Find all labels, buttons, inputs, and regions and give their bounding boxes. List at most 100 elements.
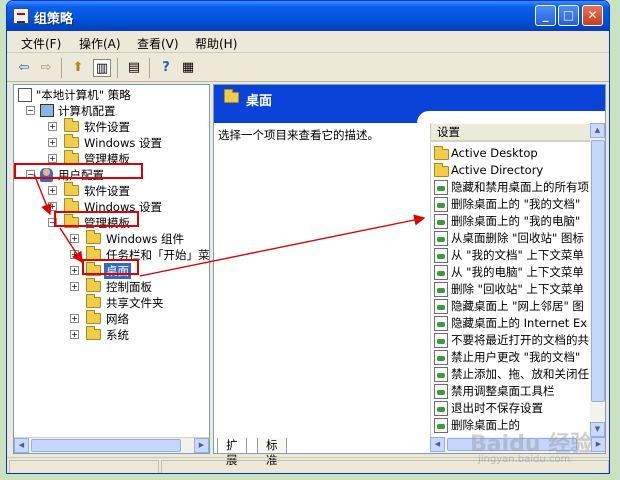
menu-help[interactable]: 帮助(H) bbox=[195, 35, 237, 52]
settings-list[interactable]: 设置 Active Desktop Active Directory 隐藏和禁用桌面… bbox=[430, 123, 605, 437]
list-item-setting[interactable]: 隐藏和禁用桌面上的所有项 bbox=[431, 179, 591, 196]
scroll-left-icon[interactable]: ◀ bbox=[430, 437, 445, 452]
list-item-label: 禁止用户更改 "我的文档" bbox=[451, 350, 581, 364]
scroll-up-icon[interactable]: ▲ bbox=[590, 123, 605, 138]
export-list-icon[interactable]: ▤ bbox=[125, 59, 143, 77]
up-folder-icon[interactable]: ⬆ bbox=[69, 59, 87, 77]
list-item-folder[interactable]: Active Desktop bbox=[431, 145, 591, 162]
scroll-thumb[interactable] bbox=[31, 439, 181, 452]
collapse-toggle[interactable]: − bbox=[26, 106, 35, 115]
policy-setting-icon bbox=[434, 367, 448, 382]
scroll-left-icon[interactable]: ◀ bbox=[14, 438, 29, 453]
title-bar[interactable]: 组策略 _ □ ✕ bbox=[7, 1, 609, 31]
maximize-button[interactable]: □ bbox=[558, 5, 579, 26]
close-button[interactable]: ✕ bbox=[582, 5, 603, 26]
list-item-setting[interactable]: 从桌面删除 "回收站" 图标 bbox=[431, 230, 591, 247]
tree-node-label: "本地计算机" 策略 bbox=[36, 88, 131, 102]
folder-icon bbox=[86, 294, 101, 308]
tab-standard[interactable]: 标准 bbox=[257, 438, 287, 467]
list-item-setting[interactable]: 从 "我的文档" 上下文菜单 bbox=[431, 247, 591, 264]
scroll-right-icon[interactable]: ▶ bbox=[591, 437, 605, 452]
list-item-setting[interactable]: 隐藏桌面上的 Internet Ex bbox=[431, 315, 591, 332]
menu-action[interactable]: 操作(A) bbox=[79, 35, 121, 52]
show-tree-icon[interactable]: ▥ bbox=[93, 59, 111, 77]
folder-icon bbox=[86, 230, 101, 244]
scroll-right-icon[interactable]: ▶ bbox=[194, 438, 209, 453]
folder-icon bbox=[64, 118, 79, 132]
list-item-setting[interactable]: 从 "我的电脑" 上下文菜单 bbox=[431, 264, 591, 281]
tree-node-label: 网络 bbox=[106, 312, 129, 326]
expand-toggle[interactable]: + bbox=[48, 202, 57, 211]
back-icon[interactable]: ⇦ bbox=[15, 59, 33, 77]
policy-setting-icon bbox=[434, 180, 448, 195]
policy-setting-icon bbox=[434, 299, 448, 314]
list-item-label: 从桌面删除 "回收站" 图标 bbox=[451, 231, 584, 245]
expand-toggle[interactable]: + bbox=[70, 314, 79, 323]
expand-toggle[interactable]: + bbox=[48, 154, 57, 163]
details-pane: 桌面 选择一个项目来查看它的描述。 设置 Active Desktop Activ… bbox=[213, 84, 606, 454]
list-item-setting[interactable]: 退出时不保存设置 bbox=[431, 400, 591, 417]
tab-extended[interactable]: 扩展 bbox=[217, 438, 247, 467]
toolbar-separator bbox=[61, 58, 62, 78]
policy-icon bbox=[18, 88, 32, 102]
folder-icon bbox=[224, 89, 239, 103]
folder-icon bbox=[86, 326, 101, 340]
policy-setting-icon bbox=[434, 384, 448, 399]
menu-bar: 文件(F) 操作(A) 查看(V) 帮助(H) bbox=[7, 31, 609, 53]
tree-node-label: 软件设置 bbox=[84, 184, 130, 198]
expand-toggle[interactable]: + bbox=[70, 250, 79, 259]
toolbar: ⇦ ⇨ ⬆ ▥ ▤ ? ▦ bbox=[7, 54, 609, 82]
tree-horizontal-scrollbar[interactable]: ◀ ▶ bbox=[14, 437, 209, 453]
expand-toggle[interactable]: + bbox=[70, 282, 79, 291]
toolbar-separator bbox=[149, 58, 150, 78]
list-item-setting[interactable]: 删除桌面上的 "我的文档" bbox=[431, 196, 591, 213]
expand-toggle[interactable]: + bbox=[70, 330, 79, 339]
minimize-button[interactable]: _ bbox=[535, 5, 556, 26]
forward-icon[interactable]: ⇨ bbox=[37, 59, 55, 77]
status-cell bbox=[9, 460, 159, 473]
policy-setting-icon bbox=[434, 265, 448, 280]
folder-icon bbox=[434, 146, 449, 160]
expand-toggle[interactable]: + bbox=[70, 266, 79, 275]
tree-node-label: 共享文件夹 bbox=[106, 296, 164, 310]
policy-setting-icon bbox=[434, 214, 448, 229]
list-vertical-scrollbar[interactable]: ▲ ▼ bbox=[590, 123, 605, 437]
list-item-setting[interactable]: 删除桌面上的 "我的电脑" bbox=[431, 213, 591, 230]
tree-node-label: 软件设置 bbox=[84, 120, 130, 134]
scroll-thumb[interactable] bbox=[591, 140, 605, 402]
policy-setting-icon bbox=[434, 316, 448, 331]
list-item-setting[interactable]: 禁用调整桌面工具栏 bbox=[431, 383, 591, 400]
expand-toggle[interactable]: + bbox=[70, 234, 79, 243]
list-item-label: 从 "我的文档" 上下文菜单 bbox=[451, 248, 584, 262]
menu-file[interactable]: 文件(F) bbox=[21, 35, 61, 52]
list-item-setting[interactable]: 删除 "回收站" 上下文菜单 bbox=[431, 281, 591, 298]
policy-setting-icon bbox=[434, 282, 448, 297]
list-item-label: 禁用调整桌面工具栏 bbox=[451, 384, 555, 398]
window-title: 组策略 bbox=[34, 12, 74, 27]
help-icon[interactable]: ? bbox=[157, 59, 175, 77]
group-policy-icon bbox=[13, 8, 29, 24]
column-header-setting[interactable]: 设置 bbox=[431, 124, 591, 142]
list-item-setting[interactable]: 禁止用户更改 "我的文档" bbox=[431, 349, 591, 366]
scroll-down-icon[interactable]: ▼ bbox=[590, 422, 605, 437]
expand-toggle[interactable]: + bbox=[48, 186, 57, 195]
highlight-admin-templates bbox=[54, 211, 139, 227]
expand-toggle[interactable]: + bbox=[48, 138, 57, 147]
list-item-setting[interactable]: 隐藏桌面上 "网上邻居" 图 bbox=[431, 298, 591, 315]
group-policy-window: 组策略 _ □ ✕ 文件(F) 操作(A) 查看(V) 帮助(H) ⇦ ⇨ ⬆ … bbox=[6, 0, 610, 474]
list-item-setting[interactable]: 不要将最近打开的文档的共 bbox=[431, 332, 591, 349]
menu-view[interactable]: 查看(V) bbox=[137, 35, 179, 52]
list-item-label: 退出时不保存设置 bbox=[451, 401, 543, 415]
expand-toggle[interactable]: + bbox=[48, 122, 57, 131]
policy-setting-icon bbox=[434, 197, 448, 212]
list-item-folder[interactable]: Active Directory bbox=[431, 162, 591, 179]
folder-icon bbox=[434, 163, 449, 177]
list-item-label: Active Desktop bbox=[451, 146, 538, 160]
properties-icon[interactable]: ▦ bbox=[179, 59, 197, 77]
details-title: 桌面 bbox=[246, 94, 273, 109]
list-item-label: 删除 "回收站" 上下文菜单 bbox=[451, 282, 584, 296]
policy-setting-icon bbox=[434, 418, 448, 433]
highlight-desktop bbox=[82, 259, 139, 275]
folder-icon bbox=[86, 310, 101, 324]
list-item-setting[interactable]: 禁止添加、拖、放和关闭任 bbox=[431, 366, 591, 383]
